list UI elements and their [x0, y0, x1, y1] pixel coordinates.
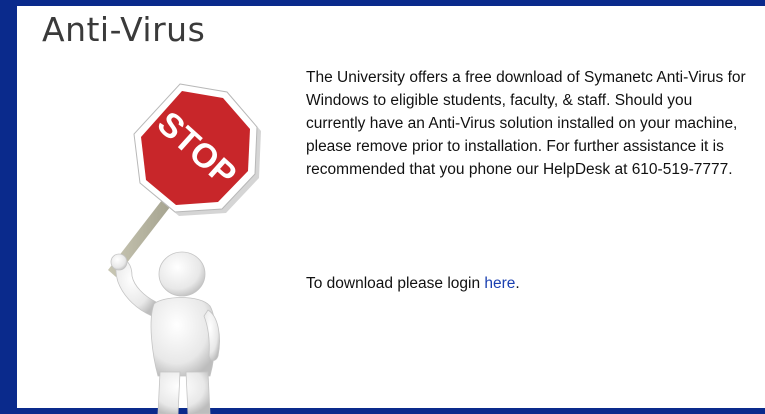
stop-sign-icon: STOP: [133, 83, 261, 216]
stop-sign-figure-illustration: STOP: [108, 83, 261, 414]
page-title: Anti-Virus: [42, 10, 206, 49]
download-text: To download please login: [306, 275, 485, 292]
download-suffix: .: [515, 275, 520, 292]
content-panel: Anti-Virus STOP The University offers a …: [17, 6, 765, 414]
download-login-link[interactable]: here: [484, 275, 515, 292]
anti-virus-description: The University offers a free download of…: [306, 69, 746, 178]
figure-head: [158, 251, 206, 297]
download-instructions: To download please login here.: [306, 272, 520, 295]
figure-torso: [150, 297, 216, 377]
